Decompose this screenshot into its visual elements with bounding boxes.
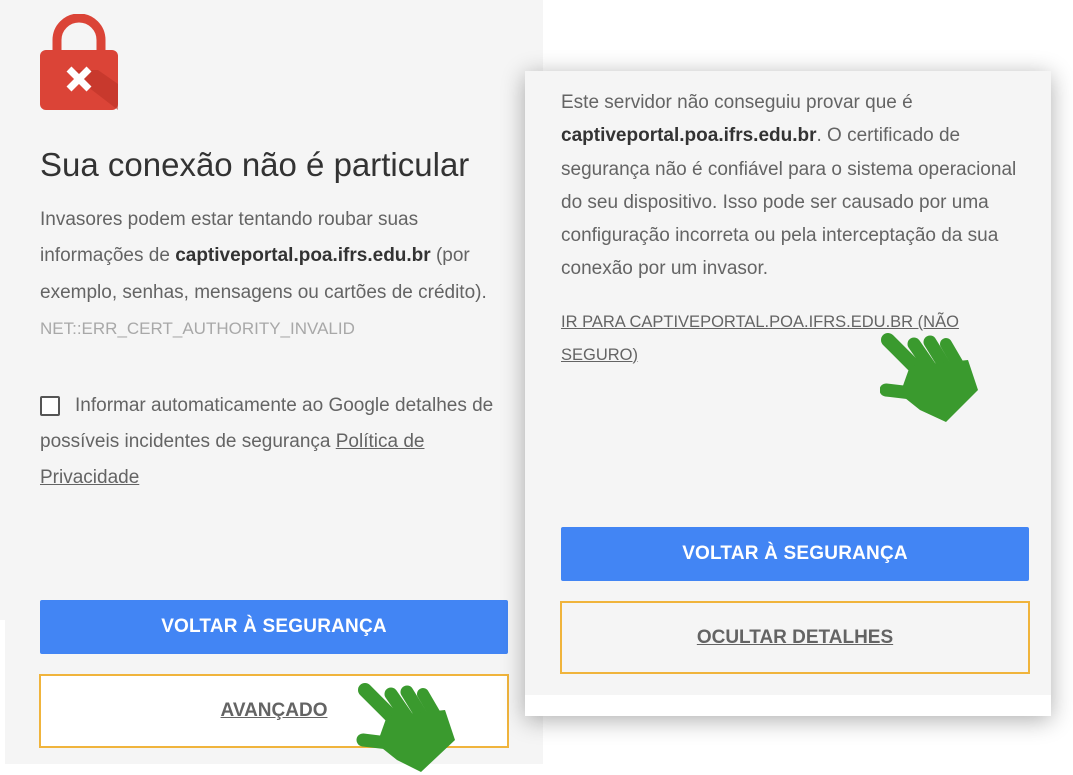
intro-host: captiveportal.poa.ifrs.edu.br <box>175 245 431 267</box>
pointing-hand-icon <box>880 333 978 422</box>
details-suffix: . O certificado de segurança não é confi… <box>561 125 1017 280</box>
details-prefix: Este servidor não conseguiu provar que é <box>561 92 913 113</box>
report-checkbox[interactable] <box>40 396 60 416</box>
details-host: captiveportal.poa.ifrs.edu.br <box>561 125 817 147</box>
back-to-safety-button[interactable]: VOLTAR À SEGURANÇA <box>40 600 508 654</box>
details-back-to-safety-button[interactable]: VOLTAR À SEGURANÇA <box>561 527 1029 581</box>
lock-error-icon <box>40 14 118 110</box>
page-title: Sua conexão não é particular <box>40 146 470 183</box>
report-text: Informar automaticamente ao Google detal… <box>40 395 494 452</box>
intro-text: Invasores podem estar tentando roubar su… <box>40 202 515 347</box>
hide-details-button[interactable]: OCULTAR DETALHES <box>560 601 1030 674</box>
details-text: Este servidor não conseguiu provar que é… <box>561 86 1031 286</box>
report-option: Informar automaticamente ao Google detal… <box>40 388 515 496</box>
error-code: NET::ERR_CERT_AUTHORITY_INVALID <box>40 318 355 338</box>
pointing-hand-icon <box>356 683 455 772</box>
panel-bottom-strip <box>525 695 1051 716</box>
